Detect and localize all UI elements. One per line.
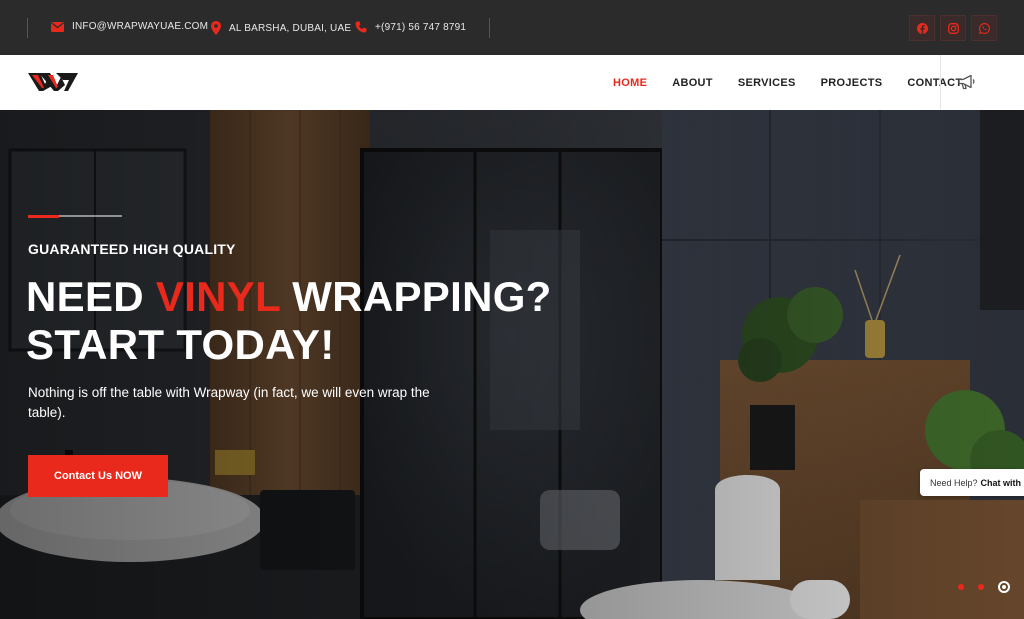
wrapway-logo[interactable]	[28, 73, 78, 96]
nav-contact[interactable]: CONTACT	[907, 77, 962, 89]
nav-projects[interactable]: PROJECTS	[821, 77, 883, 89]
phone-text: +(971) 56 747 8791	[375, 21, 467, 33]
hero-kicker: GUARANTEED HIGH QUALITY	[28, 241, 236, 257]
megaphone-button[interactable]	[958, 74, 976, 95]
headline-line2: START TODAY!	[26, 321, 335, 368]
instagram-button[interactable]	[940, 15, 966, 41]
megaphone-icon	[958, 74, 975, 90]
address-contact: AL BARSHA, DUBAI, UAE	[211, 21, 351, 35]
topbar-divider	[489, 18, 490, 38]
map-pin-icon	[211, 21, 221, 35]
phone-contact[interactable]: +(971) 56 747 8791	[355, 21, 466, 33]
nav-about[interactable]: ABOUT	[672, 77, 713, 89]
main-navbar: HOME ABOUT SERVICES PROJECTS CONTACT	[0, 55, 1024, 110]
headline-highlight: VINYL	[155, 273, 281, 320]
whatsapp-icon	[978, 22, 990, 34]
slide-dot[interactable]	[978, 584, 984, 590]
whatsapp-button[interactable]	[971, 15, 997, 41]
facebook-icon	[916, 22, 928, 34]
hero-description: Nothing is off the table with Wrapway (i…	[28, 385, 430, 420]
instagram-icon	[947, 22, 959, 34]
slider-pagination	[958, 581, 1010, 593]
headline-text: WRAPPING?	[280, 273, 552, 320]
email-contact[interactable]: INFO@WRAPWAYUAE.COM	[51, 21, 208, 32]
chat-bold-text: Chat with us	[980, 477, 1024, 488]
headline-text: NEED	[26, 273, 156, 320]
facebook-button[interactable]	[909, 15, 935, 41]
accent-line	[28, 214, 122, 218]
slide-dot[interactable]	[958, 584, 964, 590]
contact-us-button[interactable]: Contact Us NOW	[28, 455, 168, 497]
topbar-divider	[27, 18, 28, 38]
phone-icon	[355, 21, 367, 33]
nav-home[interactable]: HOME	[613, 77, 647, 89]
social-links	[909, 15, 997, 41]
slide-dot-active[interactable]	[998, 581, 1010, 593]
email-text: INFO@WRAPWAYUAE.COM	[72, 21, 209, 32]
hero-headline: NEED VINYL WRAPPING? START TODAY!	[26, 273, 552, 369]
address-text: AL BARSHA, DUBAI, UAE	[229, 22, 352, 34]
envelope-icon	[51, 21, 64, 32]
chat-prefix: Need Help?	[930, 477, 978, 488]
hero-slider: GUARANTEED HIGH QUALITY NEED VINYL WRAPP…	[0, 110, 1024, 619]
chat-widget[interactable]: Need Help? Chat with us	[920, 469, 1024, 496]
nav-divider	[940, 55, 941, 110]
primary-nav: HOME ABOUT SERVICES PROJECTS CONTACT	[600, 55, 962, 110]
top-bar: INFO@WRAPWAYUAE.COM AL BARSHA, DUBAI, UA…	[0, 0, 1024, 55]
nav-services[interactable]: SERVICES	[738, 77, 796, 89]
